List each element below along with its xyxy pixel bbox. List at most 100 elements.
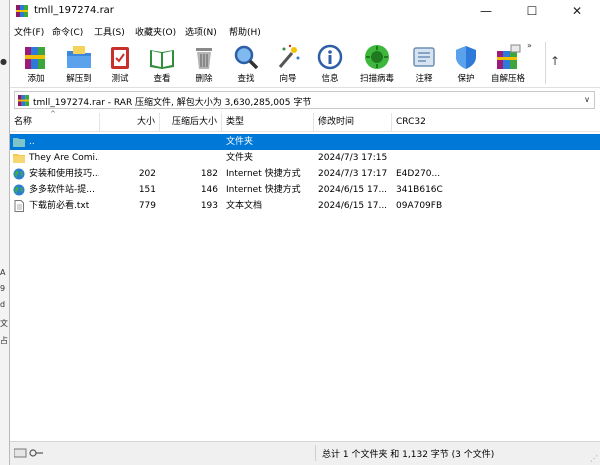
file-size (100, 150, 156, 166)
file-crc32 (396, 134, 452, 150)
protect-button[interactable]: 保护 (445, 41, 487, 86)
file-modified: 2024/6/15 17... (318, 201, 388, 211)
winrar-app-icon (16, 5, 28, 17)
file-packed-size: 193 (200, 201, 218, 211)
trash-icon (196, 48, 212, 69)
file-size (100, 134, 156, 150)
minimize-button[interactable]: — (463, 0, 509, 22)
test-button[interactable]: 测试 (99, 41, 141, 86)
menu-tools[interactable]: 工具(S) (94, 25, 125, 38)
toolbar-separator (545, 42, 546, 84)
list-item[interactable]: 多多软件站-提... 151 146 Internet 快捷方式 2024/6/… (10, 182, 600, 198)
title-bar[interactable]: tmll_197274.rar — ☐ ✕ (10, 0, 600, 22)
virus-scan-label: 扫描病毒 (359, 74, 394, 84)
add-button[interactable]: 添加 (15, 41, 57, 86)
menu-options[interactable]: 选项(N) (185, 25, 217, 38)
file-type: 文本文档 (226, 201, 263, 211)
menu-favorites[interactable]: 收藏夹(O) (135, 25, 176, 38)
view-label: 查看 (153, 74, 171, 84)
protect-label: 保护 (457, 74, 475, 84)
list-item[interactable]: .. 文件夹 (10, 134, 600, 150)
comment-button[interactable]: 注释 (403, 41, 445, 86)
resize-grip-icon[interactable]: ⋰ (590, 454, 598, 463)
folder-icon (13, 154, 25, 163)
menu-help[interactable]: 帮助(H) (229, 25, 261, 38)
file-list-header: 名称 大小 压缩后大小 类型 修改时间 CRC32 ^ (10, 110, 600, 132)
file-crc32: 09A709FB (396, 201, 443, 211)
file-packed-size (160, 150, 218, 166)
comment-label: 注释 (415, 74, 433, 84)
background-glyph: 占 (0, 336, 8, 345)
test-label: 测试 (111, 74, 129, 84)
toolbar: 添加 解压到 测试 查看 删除 查找 向导 信息 扫描病毒 注释 保护 自解压格… (10, 40, 600, 88)
file-size: 779 (138, 201, 156, 211)
parent-folder-icon (13, 138, 25, 147)
column-header-packed[interactable]: 压缩后大小 (160, 113, 222, 131)
find-label: 查找 (237, 74, 255, 84)
delete-button[interactable]: 删除 (183, 41, 225, 86)
column-header-size[interactable]: 大小 (100, 113, 160, 131)
view-button[interactable]: 查看 (141, 41, 183, 86)
find-button[interactable]: 查找 (225, 41, 267, 86)
file-name: They Are Comi... (29, 153, 99, 163)
wizard-wand-icon (278, 44, 300, 68)
file-size: 202 (138, 169, 156, 179)
sfx-button[interactable]: 自解压格 (487, 41, 529, 86)
text-file-icon (14, 200, 24, 212)
file-name: 下载前必看.txt (29, 201, 90, 211)
background-glyph: d (0, 300, 6, 309)
file-type: Internet 快捷方式 (226, 169, 301, 179)
menu-bar: 文件(F) 命令(C) 工具(S) 收藏夹(O) 选项(N) 帮助(H) (10, 22, 600, 40)
up-arrow-icon[interactable]: ↑ (550, 54, 560, 68)
menu-file[interactable]: 文件(F) (14, 25, 44, 38)
comment-icon (413, 47, 435, 67)
file-packed-size: 182 (200, 169, 218, 179)
column-header-modified[interactable]: 修改时间 (314, 113, 392, 131)
extract-to-label: 解压到 (66, 74, 92, 84)
globe-icon (13, 184, 25, 196)
file-packed-size (160, 134, 218, 150)
chevron-down-icon[interactable]: ∨ (584, 95, 590, 104)
background-glyph: 9 (0, 284, 6, 293)
add-books-icon (25, 47, 45, 69)
menu-commands[interactable]: 命令(C) (52, 25, 83, 38)
list-item[interactable]: 安装和使用技巧.... 202 182 Internet 快捷方式 2024/7… (10, 166, 600, 182)
archive-path-text: tmll_197274.rar - RAR 压缩文件, 解包大小为 3,630,… (33, 98, 312, 108)
file-type: 文件夹 (226, 137, 254, 147)
list-item[interactable]: 下载前必看.txt 779 193 文本文档 2024/6/15 17... 0… (10, 198, 600, 214)
file-type: 文件夹 (226, 153, 254, 163)
wizard-button[interactable]: 向导 (267, 41, 309, 86)
wizard-label: 向导 (279, 74, 297, 84)
maximize-button[interactable]: ☐ (509, 0, 555, 22)
file-list: 名称 大小 压缩后大小 类型 修改时间 CRC32 ^ .. 文件夹 They … (10, 110, 600, 440)
background-glyph: 文 (0, 319, 8, 328)
column-header-crc32[interactable]: CRC32 (392, 113, 452, 131)
archive-path-bar[interactable]: tmll_197274.rar - RAR 压缩文件, 解包大小为 3,630,… (14, 91, 595, 109)
info-button[interactable]: 信息 (309, 41, 351, 86)
file-crc32 (396, 150, 452, 166)
globe-icon (13, 168, 25, 180)
view-book-icon (150, 50, 174, 69)
toolbar-more-chevron-icon[interactable]: » (527, 41, 532, 50)
background-glyph: A (0, 268, 6, 277)
extract-to-button[interactable]: 解压到 (58, 41, 100, 86)
file-name: .. (29, 137, 35, 147)
sort-caret-icon: ^ (50, 110, 56, 118)
rar-archive-icon (18, 95, 29, 106)
file-size: 151 (138, 185, 156, 195)
info-label: 信息 (321, 74, 339, 84)
file-modified (318, 134, 392, 150)
file-modified: 2024/6/15 17... (318, 185, 388, 195)
file-crc32: 341B616C (396, 185, 443, 195)
file-name: 多多软件站-提... (29, 185, 95, 195)
column-header-type[interactable]: 类型 (222, 113, 314, 131)
close-button[interactable]: ✕ (554, 0, 600, 22)
list-item[interactable]: They Are Comi... 文件夹 2024/7/3 17:15 (10, 150, 600, 166)
winrar-window: tmll_197274.rar — ☐ ✕ 文件(F) 命令(C) 工具(S) … (9, 0, 600, 465)
delete-label: 删除 (195, 74, 213, 84)
virus-scan-button[interactable]: 扫描病毒 (356, 41, 398, 86)
sfx-icon (497, 44, 521, 69)
add-label: 添加 (27, 74, 45, 84)
file-type: Internet 快捷方式 (226, 185, 301, 195)
status-summary: 总计 1 个文件夹 和 1,132 字节 (3 个文件) (322, 450, 495, 460)
